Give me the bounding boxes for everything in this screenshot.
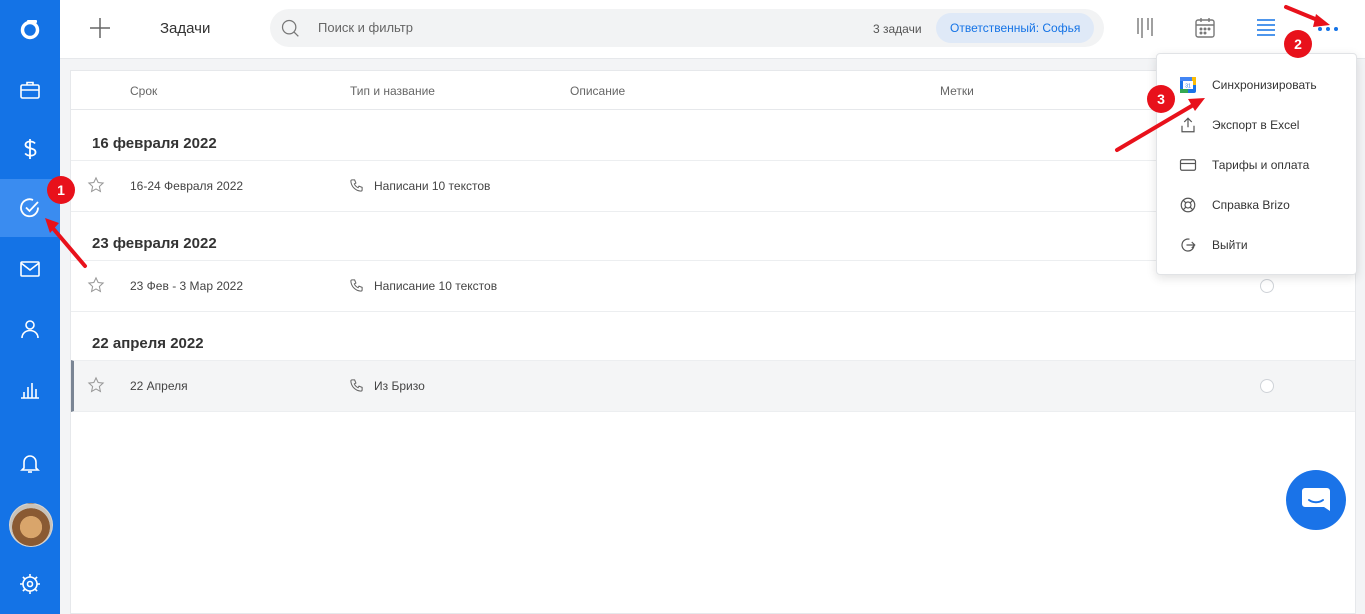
svg-text:31: 31: [1185, 84, 1191, 90]
phone-icon: [350, 279, 363, 292]
kanban-view-icon[interactable]: [1133, 16, 1157, 40]
logout-icon: [1181, 238, 1196, 252]
chat-icon: [1302, 488, 1330, 511]
menu-item-logout[interactable]: Выйти: [1157, 225, 1356, 265]
search-icon: [281, 19, 299, 37]
google-calendar-icon: 31: [1180, 77, 1196, 93]
top-bar: Задачи 3 задачи Ответственный: Софья: [60, 0, 1365, 59]
briefcase-icon: [20, 81, 40, 99]
menu-item-label: Тарифы и оплата: [1212, 158, 1310, 172]
filter-chip[interactable]: Ответственный: Софья: [936, 13, 1095, 43]
bell-icon: [20, 455, 40, 473]
due-date: 23 Фев - 3 Мар 2022: [130, 279, 244, 293]
logo-button[interactable]: [0, 0, 60, 58]
due-date: 16-24 Февраля 2022: [130, 179, 244, 193]
group-title: 16 февраля 2022: [92, 135, 217, 152]
dollar-icon: [24, 139, 37, 159]
search-bar[interactable]: 3 задачи Ответственный: Софья: [270, 9, 1104, 47]
analytics-icon: [21, 383, 39, 399]
tasks-check-icon: [20, 198, 39, 218]
mail-icon: [20, 261, 40, 277]
task-count: 3 задачи: [873, 22, 922, 36]
sidebar-item-contacts[interactable]: [0, 300, 60, 358]
contact-icon: [21, 320, 39, 339]
sidebar-item-deals[interactable]: [0, 61, 60, 119]
star-icon[interactable]: [87, 176, 105, 194]
star-icon[interactable]: [87, 276, 105, 294]
menu-item-label: Справка Brizo: [1212, 198, 1290, 212]
column-header-tags[interactable]: Метки: [940, 84, 974, 98]
menu-item-export-excel[interactable]: Экспорт в Excel: [1157, 105, 1356, 145]
sidebar-item-notifications[interactable]: [0, 434, 60, 492]
avatar[interactable]: [9, 503, 53, 547]
annotation-marker: 1: [47, 176, 75, 204]
column-header-type-name[interactable]: Тип и название: [350, 84, 435, 98]
phone-icon: [350, 379, 363, 392]
annotation-marker: 2: [1284, 30, 1312, 58]
task-name[interactable]: Написание 10 текстов: [374, 279, 497, 293]
group-title: 23 февраля 2022: [92, 235, 217, 252]
sidebar-item-analytics[interactable]: [0, 360, 60, 418]
credit-card-icon: [1179, 159, 1197, 171]
menu-item-sync[interactable]: 31 Синхронизировать: [1157, 65, 1356, 105]
lifebuoy-icon: [1180, 197, 1196, 213]
phone-icon: [350, 179, 363, 192]
star-icon[interactable]: [87, 376, 105, 394]
menu-item-label: Выйти: [1212, 238, 1248, 252]
settings-icon: [20, 574, 40, 594]
add-task-button[interactable]: [88, 16, 112, 40]
export-icon: [1181, 117, 1195, 133]
search-input[interactable]: [316, 19, 720, 36]
sidebar-item-finance[interactable]: [0, 120, 60, 178]
column-header-due[interactable]: Срок: [130, 84, 157, 98]
group-title: 22 апреля 2022: [92, 335, 204, 352]
due-date: 22 Апреля: [130, 379, 188, 393]
menu-item-label: Экспорт в Excel: [1212, 118, 1300, 132]
sidebar: [0, 0, 60, 614]
menu-item-label: Синхронизировать: [1212, 78, 1317, 92]
menu-item-billing[interactable]: Тарифы и оплата: [1157, 145, 1356, 185]
menu-item-help[interactable]: Справка Brizo: [1157, 185, 1356, 225]
status-toggle[interactable]: [1260, 279, 1274, 293]
sidebar-item-settings[interactable]: [0, 555, 60, 613]
calendar-view-icon[interactable]: [1193, 16, 1217, 40]
column-header-description[interactable]: Описание: [570, 84, 625, 98]
logo-icon: [20, 20, 40, 40]
page-title: Задачи: [160, 20, 211, 37]
task-name[interactable]: Из Бризо: [374, 379, 425, 393]
table-row[interactable]: 22 Апреля Из Бризо: [71, 360, 1355, 412]
more-menu-button[interactable]: [1316, 18, 1340, 38]
task-name[interactable]: Написани 10 текстов: [374, 179, 490, 193]
sidebar-item-mail[interactable]: [0, 240, 60, 298]
more-dropdown-menu: 31 Синхронизировать Экспорт в Excel Тари…: [1156, 53, 1357, 275]
status-toggle[interactable]: [1260, 379, 1274, 393]
annotation-marker: 3: [1147, 85, 1175, 113]
list-view-icon[interactable]: [1254, 16, 1278, 40]
chat-launcher-button[interactable]: [1286, 470, 1346, 530]
